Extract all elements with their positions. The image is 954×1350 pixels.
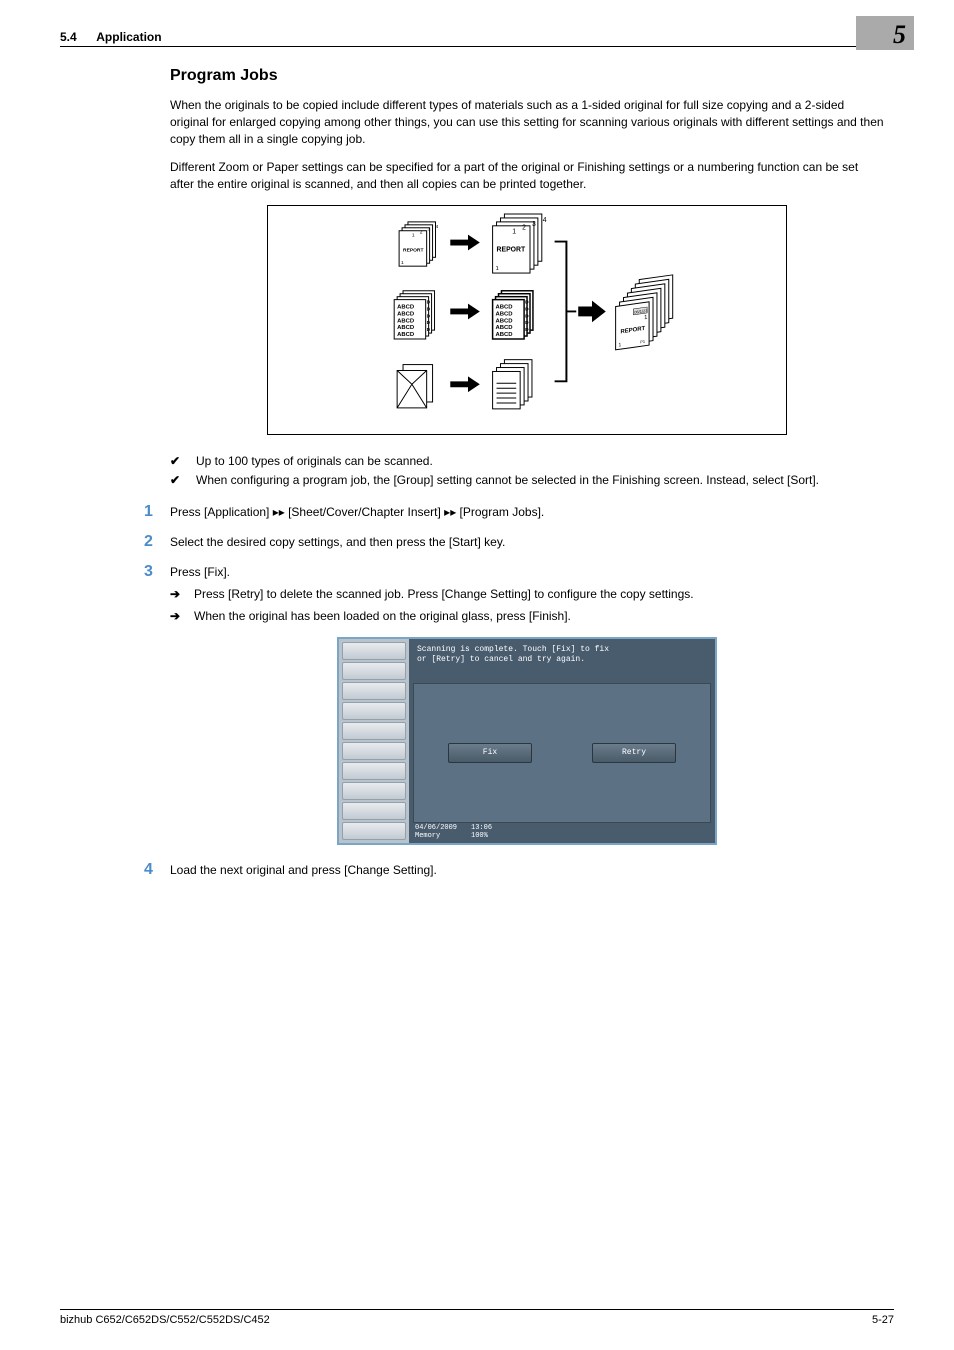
substep-text: When the original has been loaded on the… bbox=[194, 607, 571, 625]
check-icon: ✔ bbox=[170, 472, 196, 489]
svg-text:REPORT: REPORT bbox=[403, 247, 423, 253]
step-text: Press [Fix]. bbox=[170, 563, 884, 581]
bullet-text: When configuring a program job, the [Gro… bbox=[196, 472, 819, 489]
step-number: 4 bbox=[144, 861, 170, 879]
svg-text:2: 2 bbox=[420, 229, 423, 235]
step-number: 1 bbox=[144, 503, 170, 521]
check-icon: ✔ bbox=[170, 453, 196, 470]
svg-text:ABCD: ABCD bbox=[397, 325, 414, 331]
fix-button[interactable]: Fix bbox=[448, 743, 532, 763]
page-footer: bizhub C652/C652DS/C552/C552DS/C452 5-27 bbox=[60, 1309, 894, 1326]
svg-text:D: D bbox=[525, 299, 529, 305]
paragraph: Different Zoom or Paper settings can be … bbox=[170, 159, 884, 193]
sidebar-placeholder-button bbox=[342, 782, 406, 800]
svg-text:P1: P1 bbox=[640, 338, 645, 344]
sidebar-placeholder-button bbox=[342, 742, 406, 760]
svg-text:D: D bbox=[525, 306, 529, 312]
screenshot-body: Fix Retry bbox=[413, 683, 711, 823]
section-number: 5.4 bbox=[60, 30, 77, 44]
sidebar-placeholder-button bbox=[342, 822, 406, 840]
svg-text:3: 3 bbox=[532, 221, 536, 228]
screenshot-footer: 04/06/2009 Memory 13:06 100% bbox=[409, 823, 715, 843]
sidebar-placeholder-button bbox=[342, 662, 406, 680]
svg-text:4: 4 bbox=[435, 223, 438, 229]
sidebar-placeholder-button bbox=[342, 802, 406, 820]
section-label: Application bbox=[96, 30, 161, 44]
step-number: 2 bbox=[144, 533, 170, 551]
footer-memory-pct: 100% bbox=[471, 832, 488, 840]
svg-text:1: 1 bbox=[512, 228, 516, 235]
svg-text:REPORT: REPORT bbox=[496, 246, 525, 253]
section-title: Program Jobs bbox=[170, 67, 884, 85]
footer-page: 5-27 bbox=[872, 1314, 894, 1326]
svg-text:1: 1 bbox=[412, 232, 415, 238]
workflow-diagram: REPORT 1 1234 REPORT 1 1234 bbox=[267, 205, 787, 435]
bullet-text: Up to 100 types of originals can be scan… bbox=[196, 453, 433, 470]
svg-text:1: 1 bbox=[644, 314, 647, 320]
footer-model: bizhub C652/C652DS/C552/C552DS/C452 bbox=[60, 1314, 270, 1326]
svg-text:2: 2 bbox=[522, 224, 526, 231]
svg-text:1: 1 bbox=[496, 266, 499, 272]
svg-text:ABCD: ABCD bbox=[397, 332, 414, 338]
svg-text:D: D bbox=[525, 313, 529, 319]
step-number: 3 bbox=[144, 563, 170, 581]
svg-text:ABCD: ABCD bbox=[496, 332, 513, 338]
sidebar-placeholder-button bbox=[342, 722, 406, 740]
sidebar-placeholder-button bbox=[342, 762, 406, 780]
svg-text:1: 1 bbox=[619, 342, 622, 348]
svg-text:4: 4 bbox=[543, 217, 547, 224]
arrow-icon: ➔ bbox=[170, 607, 194, 625]
svg-text:ABCD: ABCD bbox=[496, 311, 513, 317]
sidebar-placeholder-button bbox=[342, 642, 406, 660]
page-header: 5.4 Application bbox=[60, 30, 894, 47]
svg-text:ABCD: ABCD bbox=[397, 318, 414, 324]
svg-text:D: D bbox=[427, 327, 431, 333]
retry-button[interactable]: Retry bbox=[592, 743, 676, 763]
sidebar-placeholder-button bbox=[342, 702, 406, 720]
substep-text: Press [Retry] to delete the scanned job.… bbox=[194, 585, 694, 603]
svg-text:D: D bbox=[427, 306, 431, 312]
svg-text:D: D bbox=[427, 299, 431, 305]
chapter-badge: 5 bbox=[856, 16, 914, 50]
footer-memory-label: Memory bbox=[415, 832, 440, 840]
status-message: Scanning is complete. Touch [Fix] to fix… bbox=[409, 639, 715, 683]
svg-text:D: D bbox=[525, 320, 529, 326]
paragraph: When the originals to be copied include … bbox=[170, 97, 884, 147]
step-text: Press [Application] ▸▸ [Sheet/Cover/Chap… bbox=[170, 503, 884, 521]
svg-text:D: D bbox=[525, 327, 529, 333]
screenshot-sidebar bbox=[339, 639, 409, 843]
svg-text:D: D bbox=[427, 313, 431, 319]
svg-text:ABCD: ABCD bbox=[496, 318, 513, 324]
svg-text:1: 1 bbox=[401, 260, 404, 266]
svg-text:D: D bbox=[427, 320, 431, 326]
ui-screenshot: Scanning is complete. Touch [Fix] to fix… bbox=[337, 637, 717, 845]
svg-text:3: 3 bbox=[428, 226, 431, 232]
step-text: Select the desired copy settings, and th… bbox=[170, 533, 884, 551]
sidebar-placeholder-button bbox=[342, 682, 406, 700]
arrow-icon: ➔ bbox=[170, 585, 194, 603]
svg-text:ABCD: ABCD bbox=[496, 325, 513, 331]
svg-text:ABCD: ABCD bbox=[397, 304, 414, 310]
svg-text:ABCD: ABCD bbox=[397, 311, 414, 317]
step-text: Load the next original and press [Change… bbox=[170, 861, 884, 879]
svg-text:ABCD: ABCD bbox=[496, 304, 513, 310]
